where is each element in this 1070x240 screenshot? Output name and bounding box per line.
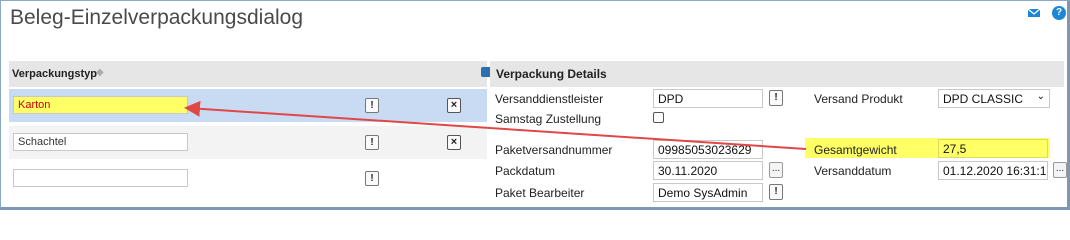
versanddatum-label: Versanddatum (814, 164, 892, 178)
packdatum-label: Packdatum (495, 164, 556, 178)
verpackungstyp-input[interactable] (13, 133, 188, 151)
gesamtgewicht-field[interactable]: 27,5 (938, 139, 1048, 158)
sort-icon[interactable]: ◆ (96, 67, 104, 78)
paket-bearbeiter-field[interactable]: Demo SysAdmin (653, 183, 763, 202)
verpackung-details-header-label: Verpackung Details (496, 67, 607, 81)
info-button[interactable]: ! (365, 171, 379, 186)
table-row[interactable]: ! × (9, 126, 487, 159)
info-button[interactable]: ! (365, 98, 379, 113)
verpackungstyp-header: Verpackungstyp ◆ (9, 61, 487, 87)
verpackungstyp-input[interactable] (13, 169, 188, 187)
delete-button[interactable]: × (447, 135, 461, 150)
versanddienstleister-info-button[interactable]: ! (769, 90, 783, 106)
chevron-down-icon: ⌄ (1036, 91, 1045, 102)
gesamtgewicht-label: Gesamtgewicht (814, 143, 897, 157)
packdatum-picker-button[interactable]: ... (769, 162, 783, 178)
info-button[interactable]: ! (365, 135, 379, 150)
verpackungstyp-header-label: Verpackungstyp (12, 68, 97, 80)
versanddatum-picker-button[interactable]: ... (1053, 162, 1067, 178)
versanddienstleister-field[interactable]: DPD (653, 89, 763, 108)
versanddatum-field[interactable]: 01.12.2020 16:31:16 (938, 161, 1048, 180)
table-row[interactable]: ! (9, 161, 487, 194)
paket-bearbeiter-info-button[interactable]: ! (769, 184, 783, 200)
versand-produkt-label: Versand Produkt (814, 92, 903, 106)
table-row[interactable]: ! × (9, 89, 487, 122)
paketversandnummer-label: Paketversandnummer (495, 143, 613, 157)
samstag-zustellung-checkbox[interactable] (653, 112, 664, 123)
verpackungstyp-input[interactable] (13, 96, 188, 114)
verpackung-details-header: Verpackung Details (490, 61, 1064, 87)
packdatum-field[interactable]: 30.11.2020 (653, 161, 763, 180)
samstag-zustellung-label: Samstag Zustellung (495, 112, 602, 126)
help-icon[interactable]: ? (1052, 6, 1066, 20)
paketversandnummer-field[interactable]: 09985053023629 (653, 140, 763, 159)
versand-produkt-value: DPD CLASSIC (943, 92, 1024, 106)
paket-bearbeiter-label: Paket Bearbeiter (495, 186, 585, 200)
delete-button[interactable]: × (447, 98, 461, 113)
versand-produkt-select[interactable]: DPD CLASSIC ⌄ (938, 89, 1050, 108)
mail-icon[interactable] (1027, 6, 1041, 20)
versanddienstleister-label: Versanddienstleister (495, 92, 604, 106)
dialog-title: Beleg-Einzelverpackungsdialog (10, 6, 304, 29)
